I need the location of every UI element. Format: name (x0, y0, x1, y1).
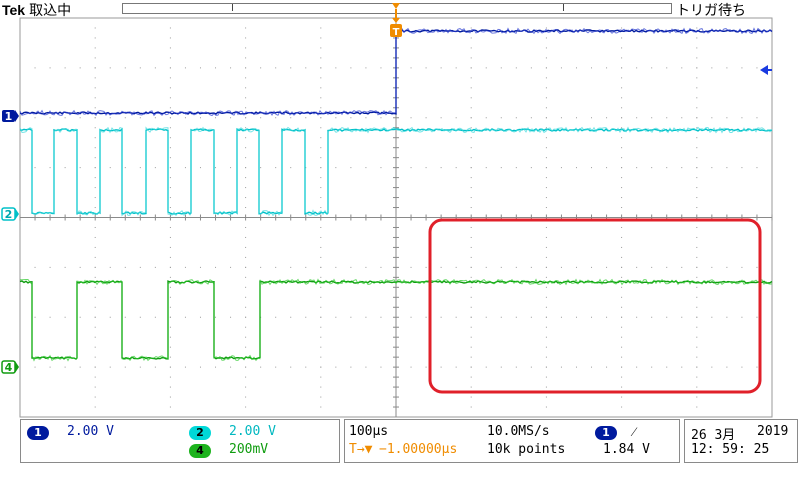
ch1-badge[interactable]: 1 (27, 426, 49, 440)
ch4-marker[interactable]: 4 (1, 360, 19, 374)
ch4-badge[interactable]: 4 (189, 444, 211, 458)
sample-rate: 10.0MS/s (487, 424, 550, 439)
time: 12: 59: 25 (691, 442, 770, 457)
trigger-position-marker[interactable]: T (390, 3, 402, 38)
year: 2019 (757, 424, 789, 439)
date: 26 3月 (691, 428, 736, 443)
highlight-box (428, 218, 762, 394)
horizontal-delay[interactable]: −1.00000µs (379, 442, 457, 457)
svg-text:2: 2 (5, 208, 13, 221)
waveform-display[interactable]: 1 2 4 T (0, 0, 800, 420)
status-footer: 1 2.00 V 2 2.00 V 4 200mV 100µs 10.0MS/s… (0, 417, 800, 480)
ch2-marker[interactable]: 2 (1, 207, 19, 221)
trigger-level[interactable]: 1.84 V (603, 442, 650, 457)
svg-text:1: 1 (5, 110, 13, 123)
svg-text:4: 4 (5, 361, 13, 374)
record-length: 10k points (487, 442, 566, 457)
ch1-marker[interactable]: 1 (2, 110, 19, 123)
ch2-scale[interactable]: 2.00 V (229, 424, 276, 439)
trigger-source-badge[interactable]: 1 (595, 426, 617, 440)
ch4-scale[interactable]: 200mV (229, 442, 268, 457)
ch2-badge[interactable]: 2 (189, 426, 211, 440)
delay-indicator: T→▼ (349, 442, 373, 457)
ch1-trace-noise (19, 27, 773, 117)
ch1-scale[interactable]: 2.00 V (67, 424, 114, 439)
trigger-slope-icon[interactable]: ⁄ (633, 424, 635, 440)
trigger-level-arrow[interactable] (760, 65, 768, 75)
timebase-panel: 100µs 10.0MS/s T→▼ −1.00000µs 10k points… (344, 419, 680, 463)
svg-text:T: T (393, 27, 400, 38)
horizontal-scale[interactable]: 100µs (349, 424, 388, 439)
datetime-panel: 26 3月 2019 12: 59: 25 (684, 419, 798, 463)
channel-settings-panel: 1 2.00 V 2 2.00 V 4 200mV (20, 419, 340, 463)
